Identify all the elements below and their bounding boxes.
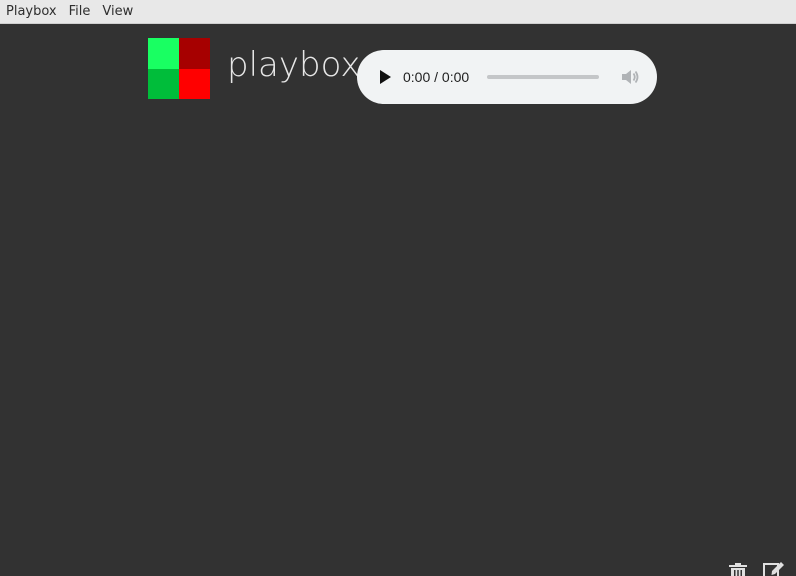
app-logo bbox=[148, 38, 210, 99]
time-display: 0:00 / 0:00 bbox=[403, 69, 470, 85]
menu-file[interactable]: File bbox=[63, 0, 97, 24]
menu-view[interactable]: View bbox=[96, 0, 139, 24]
audio-player: 0:00 / 0:00 bbox=[357, 50, 657, 104]
footer-actions bbox=[726, 562, 786, 576]
logo-tile-top-right bbox=[179, 38, 210, 69]
logo-tile-bottom-left bbox=[148, 68, 179, 99]
edit-icon[interactable] bbox=[762, 562, 786, 576]
play-icon[interactable] bbox=[375, 67, 395, 87]
seek-slider[interactable] bbox=[487, 75, 599, 79]
menu-playbox[interactable]: Playbox bbox=[0, 0, 63, 24]
main-area: playbox 0:00 / 0:00 bbox=[0, 25, 796, 576]
volume-icon[interactable] bbox=[620, 67, 640, 87]
trash-icon[interactable] bbox=[728, 563, 748, 576]
app-title: playbox bbox=[227, 45, 361, 85]
logo-tile-top-left bbox=[148, 38, 179, 69]
logo-tile-bottom-right bbox=[179, 68, 210, 99]
menubar: Playbox File View bbox=[0, 0, 796, 24]
